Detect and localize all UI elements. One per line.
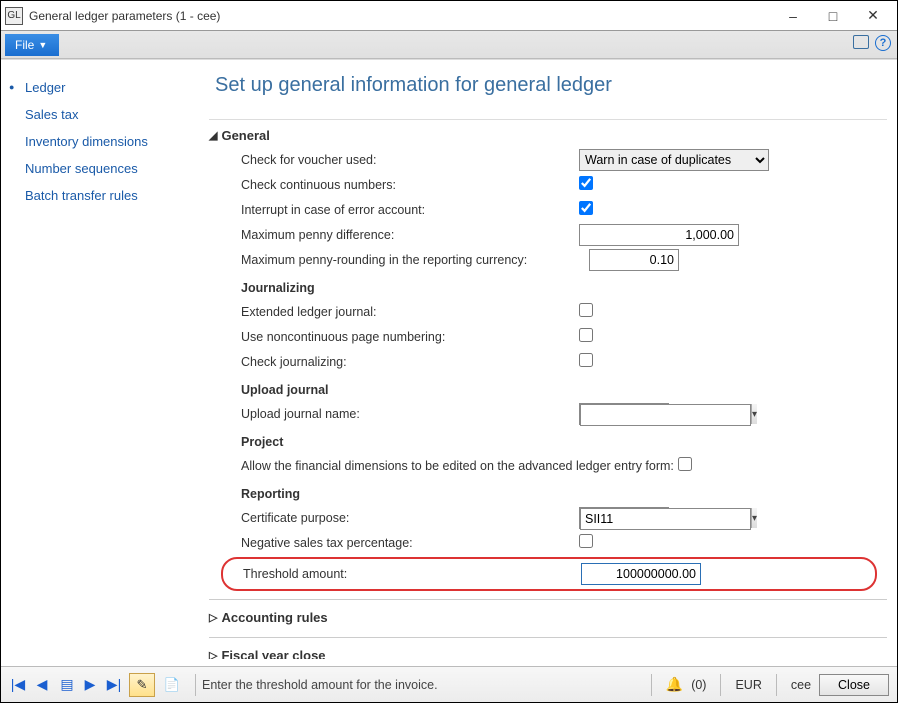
record-nav: |◀ ◀ ▤ ▶ ▶| — [9, 676, 123, 693]
app-icon: GL — [5, 7, 23, 25]
sidebar-item-sales-tax[interactable]: Sales tax — [19, 101, 193, 128]
label-max-penny-round: Maximum penny-rounding in the reporting … — [209, 253, 589, 267]
label-upload-name: Upload journal name: — [209, 407, 579, 421]
divider — [195, 674, 196, 696]
content-area: Ledger Sales tax Inventory dimensions Nu… — [1, 59, 897, 659]
chevron-down-icon[interactable]: ▾ — [751, 508, 757, 528]
header-rule — [209, 119, 887, 120]
close-window-button[interactable]: ✕ — [853, 3, 893, 29]
label-allow-fin-dim: Allow the financial dimensions to be edi… — [209, 459, 674, 473]
subheading-journalizing: Journalizing — [241, 281, 887, 295]
label-check-journalizing: Check journalizing: — [209, 355, 579, 369]
label-check-continuous: Check continuous numbers: — [209, 178, 579, 192]
label-max-penny-diff: Maximum penny difference: — [209, 228, 579, 242]
input-cert-purpose[interactable] — [580, 508, 751, 530]
section-fiscal-year-close-header[interactable]: ▷ Fiscal year close — [209, 648, 887, 659]
checkbox-interrupt-error[interactable] — [579, 201, 593, 215]
footer-currency: EUR — [735, 678, 761, 692]
section-fiscal-year-close-label: Fiscal year close — [221, 648, 325, 659]
divider — [651, 674, 652, 696]
title-bar: GL General ledger parameters (1 - cee) –… — [1, 1, 897, 31]
input-threshold-amount[interactable] — [581, 563, 701, 585]
help-icon[interactable]: ? — [875, 35, 891, 51]
close-button[interactable]: Close — [819, 674, 889, 696]
window-title: General ledger parameters (1 - cee) — [29, 9, 773, 23]
label-cert-purpose: Certificate purpose: — [209, 511, 579, 525]
label-noncont-page: Use noncontinuous page numbering: — [209, 330, 579, 344]
checkbox-noncont-page[interactable] — [579, 328, 593, 342]
chevron-down-icon[interactable]: ▾ — [751, 404, 757, 424]
label-interrupt-error: Interrupt in case of error account: — [209, 203, 579, 217]
section-accounting-rules-label: Accounting rules — [221, 610, 327, 625]
select-check-voucher[interactable]: Warn in case of duplicates — [579, 149, 769, 171]
threshold-highlight-frame: Threshold amount: — [221, 557, 877, 591]
label-neg-sales-tax: Negative sales tax percentage: — [209, 536, 579, 550]
input-max-penny-diff[interactable] — [579, 224, 739, 246]
new-record-icon[interactable]: 📄 — [161, 674, 183, 696]
bell-icon[interactable]: 🔔 — [666, 676, 683, 693]
next-record-icon[interactable]: ▶ — [81, 676, 99, 693]
checkbox-neg-sales-tax[interactable] — [579, 534, 593, 548]
divider — [776, 674, 777, 696]
expanded-triangle-icon: ◢ — [209, 129, 217, 142]
subheading-project: Project — [241, 435, 887, 449]
checkbox-ext-ledger[interactable] — [579, 303, 593, 317]
sidebar-item-ledger[interactable]: Ledger — [19, 74, 193, 101]
sidebar-item-inventory-dimensions[interactable]: Inventory dimensions — [19, 128, 193, 155]
label-threshold: Threshold amount: — [223, 567, 581, 581]
section-accounting-rules-header[interactable]: ▷ Accounting rules — [209, 610, 887, 625]
window-controls: – □ ✕ — [773, 3, 893, 29]
minimize-button[interactable]: – — [773, 3, 813, 29]
checkbox-allow-fin-dim[interactable] — [678, 457, 692, 471]
collapsed-triangle-icon: ▷ — [209, 649, 217, 659]
sidebar-item-number-sequences[interactable]: Number sequences — [19, 155, 193, 182]
first-record-icon[interactable]: |◀ — [9, 676, 27, 693]
footer-right: 🔔 (0) EUR cee Close — [645, 674, 889, 696]
input-upload-journal[interactable] — [580, 404, 751, 426]
combo-cert-purpose[interactable]: ▾ — [579, 507, 669, 529]
label-check-voucher: Check for voucher used: — [209, 153, 579, 167]
footer-bar: |◀ ◀ ▤ ▶ ▶| ✎ 📄 Enter the threshold amou… — [1, 666, 897, 702]
checkbox-check-continuous[interactable] — [579, 176, 593, 190]
notification-count: (0) — [691, 678, 706, 692]
menu-right-icons: ? — [853, 35, 891, 51]
input-max-penny-round[interactable] — [589, 249, 679, 271]
subheading-upload-journal: Upload journal — [241, 383, 887, 397]
maximize-button[interactable]: □ — [813, 3, 853, 29]
checkbox-check-journalizing[interactable] — [579, 353, 593, 367]
page-title: Set up general information for general l… — [215, 74, 887, 97]
menu-bar: File ▼ ? — [1, 31, 897, 59]
status-hint: Enter the threshold amount for the invoi… — [202, 678, 645, 692]
section-general-label: General — [221, 128, 269, 143]
file-menu-label: File — [15, 38, 34, 52]
chevron-down-icon: ▼ — [38, 40, 47, 50]
sidebar: Ledger Sales tax Inventory dimensions Nu… — [1, 60, 201, 659]
collapsed-triangle-icon: ▷ — [209, 611, 217, 624]
prev-record-icon[interactable]: ◀ — [33, 676, 51, 693]
footer-company: cee — [791, 678, 811, 692]
section-general-header[interactable]: ◢ General — [209, 128, 887, 143]
divider — [720, 674, 721, 696]
last-record-icon[interactable]: ▶| — [105, 676, 123, 693]
file-menu[interactable]: File ▼ — [5, 34, 59, 56]
panel-icon[interactable] — [853, 35, 869, 49]
grid-icon[interactable]: ▤ — [57, 676, 75, 693]
sidebar-item-batch-transfer-rules[interactable]: Batch transfer rules — [19, 182, 193, 209]
main-panel: Set up general information for general l… — [201, 60, 897, 659]
label-ext-ledger: Extended ledger journal: — [209, 305, 579, 319]
subheading-reporting: Reporting — [241, 487, 887, 501]
edit-button[interactable]: ✎ — [129, 673, 155, 697]
combo-upload-journal[interactable]: ▾ — [579, 403, 669, 425]
